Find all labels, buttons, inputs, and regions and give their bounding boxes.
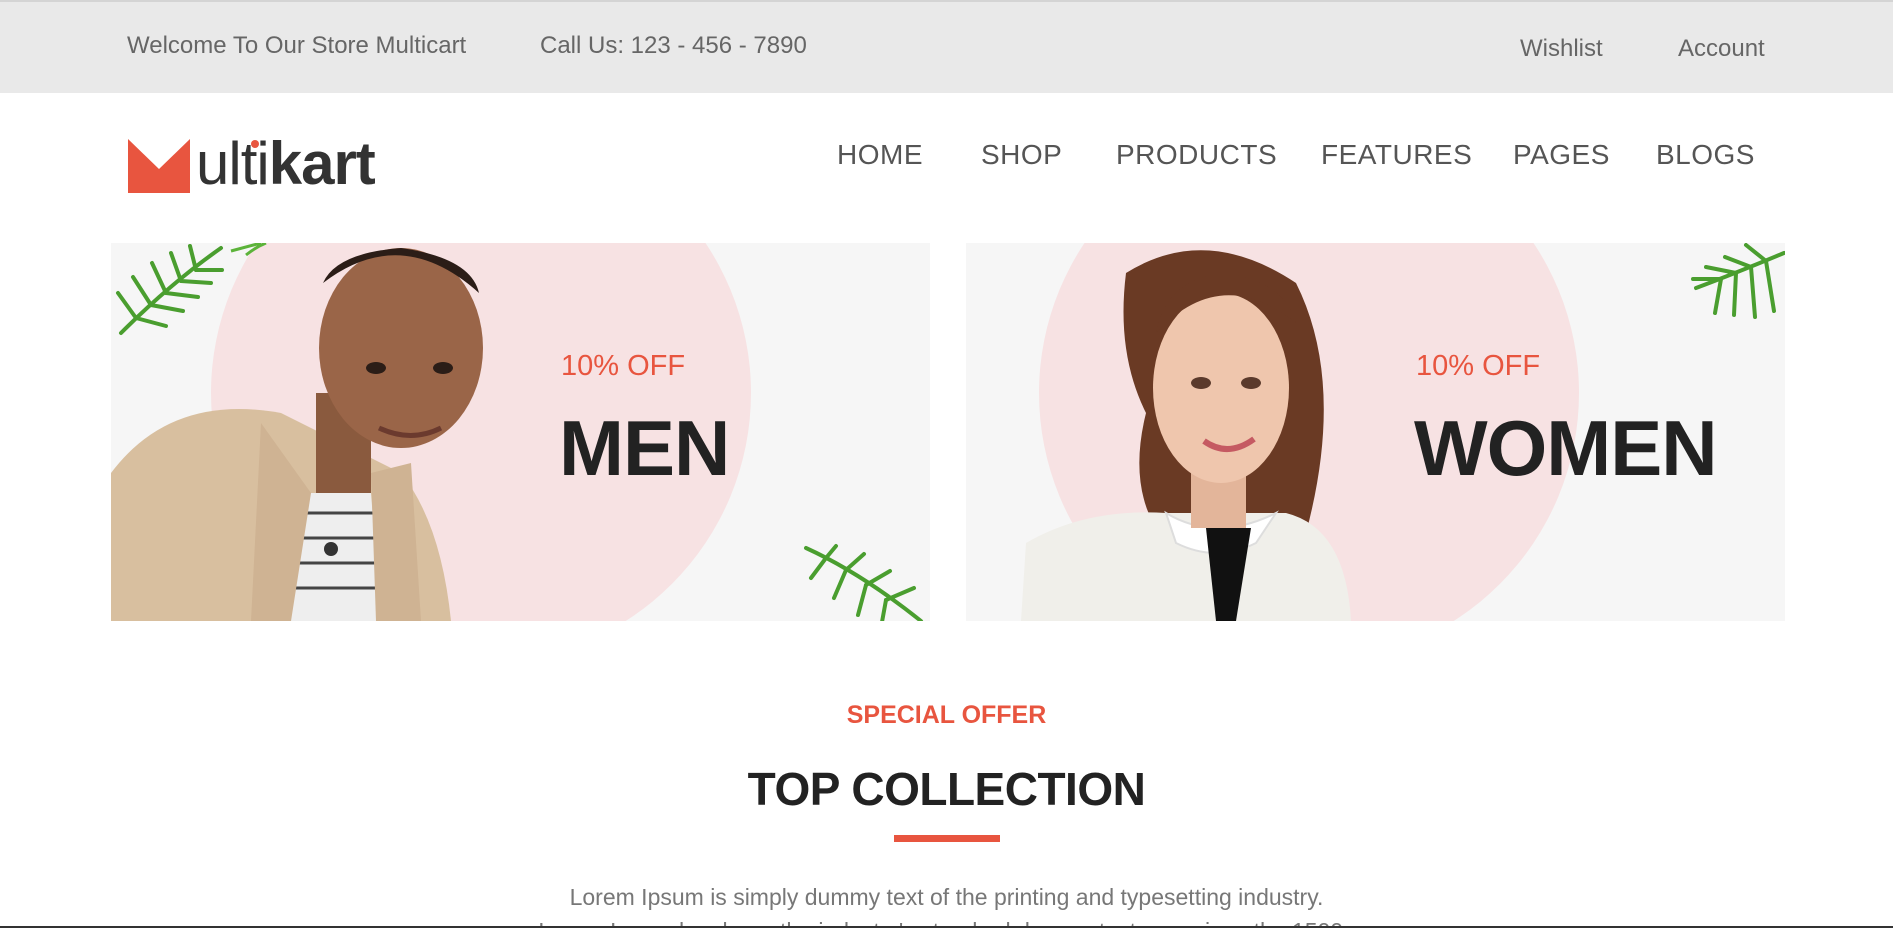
nav-features[interactable]: FEATURES — [1321, 139, 1472, 171]
women-title: WOMEN — [1414, 404, 1718, 492]
logo[interactable]: ulti kart — [128, 133, 408, 195]
men-discount: 10% OFF — [561, 350, 686, 382]
wishlist-link[interactable]: Wishlist — [1520, 35, 1603, 63]
men-title: MEN — [559, 404, 730, 492]
top-bar: Welcome To Our Store Multicart Call Us: … — [0, 0, 1893, 93]
main-header: ulti kart HOME SHOP PRODUCTS FEATURES PAG… — [0, 93, 1893, 243]
nav-products[interactable]: PRODUCTS — [1116, 139, 1277, 171]
woman-photo — [1021, 250, 1351, 621]
logo-m-icon — [128, 139, 190, 193]
leaf-icon — [1691, 243, 1785, 319]
title-underline — [894, 835, 1000, 842]
nav-home[interactable]: HOME — [837, 139, 923, 171]
nav-blogs[interactable]: BLOGS — [1656, 139, 1755, 171]
women-discount: 10% OFF — [1416, 350, 1541, 382]
nav-shop[interactable]: SHOP — [981, 139, 1062, 171]
logo-wordmark: ulti kart — [196, 130, 376, 197]
leaf-icon — [804, 544, 923, 621]
men-banner[interactable]: 10% OFF MEN — [111, 243, 930, 621]
description-line: Lorem Ipsum is simply dummy text of the … — [569, 884, 1324, 910]
welcome-text: Welcome To Our Store Multicart — [127, 32, 467, 59]
section-title: TOP COLLECTION — [747, 763, 1146, 815]
man-photo — [111, 248, 483, 621]
special-offer-label: SPECIAL OFFER — [846, 701, 1047, 729]
women-banner[interactable]: 10% OFF WOMEN — [966, 243, 1785, 621]
nav-pages[interactable]: PAGES — [1513, 139, 1610, 171]
section-description: Lorem Ipsum is simply dummy text of the … — [0, 880, 1893, 928]
account-link[interactable]: Account — [1678, 35, 1765, 63]
phone-text: Call Us: 123 - 456 - 7890 — [540, 32, 807, 59]
